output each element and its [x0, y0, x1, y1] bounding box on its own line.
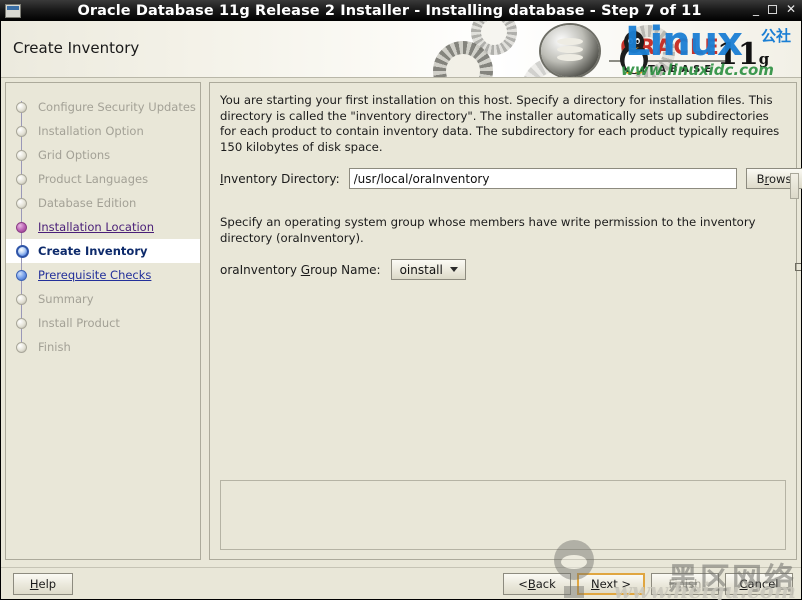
watermark-linux: Linux — [625, 21, 743, 65]
next-button[interactable]: Next > — [577, 573, 645, 595]
sidebar-item-database-edition[interactable]: Database Edition — [6, 191, 200, 215]
sidebar-item-configure-security-updates[interactable]: Configure Security Updates — [6, 95, 200, 119]
sidebar-item-create-inventory[interactable]: Create Inventory — [6, 239, 200, 263]
inventory-label-rest: nventory Directory: — [223, 171, 340, 186]
navigation-buttons: < Back Next > Finish Cancel — [503, 573, 793, 595]
back-pre: < — [518, 577, 528, 591]
sidebar-item-label: Create Inventory — [38, 244, 148, 258]
inventory-directory-row: Inventory Directory: Browse — [220, 168, 802, 189]
watermark-site: www.linuxidc.com — [621, 61, 774, 77]
maximize-icon[interactable] — [767, 4, 777, 14]
step-node-icon — [16, 341, 27, 353]
group-name-label: oraInventory Group Name: — [220, 263, 381, 277]
scrollbar-thumb[interactable] — [790, 173, 799, 199]
window-title: Oracle Database 11g Release 2 Installer … — [77, 2, 702, 19]
inventory-directory-label: Inventory Directory: — [220, 172, 340, 186]
back-mnemonic: B — [527, 577, 536, 591]
cancel-post: ancel — [747, 577, 779, 591]
sidebar-item-summary[interactable]: Summary — [6, 287, 200, 311]
sidebar-item-install-product[interactable]: Install Product — [6, 311, 200, 335]
step-node-icon — [16, 293, 27, 305]
back-post: ack — [535, 577, 556, 591]
sidebar-item-installation-location[interactable]: Installation Location — [6, 215, 200, 239]
page-title: Create Inventory — [13, 39, 140, 57]
sidebar-item-label: Installation Option — [38, 124, 144, 138]
help-post: elp — [38, 577, 57, 591]
window-icon[interactable] — [5, 3, 21, 18]
group-name-select[interactable]: oinstall — [390, 259, 466, 280]
step-node-icon — [16, 317, 27, 329]
group-label-pre: oraInventory — [220, 262, 301, 277]
content-pane: You are starting your first installation… — [209, 82, 802, 560]
browse-pre: B — [756, 171, 765, 186]
group-label-mnemonic: G — [300, 262, 311, 277]
sidebar-item-label: Database Edition — [38, 196, 137, 210]
sidebar-item-label: Summary — [38, 292, 94, 306]
group-label-post: roup Name: — [310, 262, 381, 277]
message-area — [220, 480, 786, 550]
step-node-icon — [16, 269, 27, 281]
next-mnemonic: N — [590, 577, 600, 591]
sidebar-item-label: Configure Security Updates — [38, 100, 196, 114]
close-icon[interactable]: ✕ — [786, 2, 796, 16]
group-name-selected-value: oinstall — [399, 262, 443, 277]
footer-bar: Help < Back Next > Finish Cancel — [1, 567, 801, 599]
step-sidebar: Configure Security Updates Installation … — [5, 82, 201, 560]
main-body: Configure Security Updates Installation … — [1, 77, 802, 567]
window-controls: _ ✕ — [753, 2, 796, 16]
sidebar-item-finish[interactable]: Finish — [6, 335, 200, 359]
database-cylinder-icon — [541, 25, 599, 77]
intro-paragraph: You are starting your first installation… — [220, 93, 780, 154]
step-list: Configure Security Updates Installation … — [6, 83, 200, 359]
step-node-icon — [16, 173, 27, 185]
finish-button: Finish — [651, 573, 719, 595]
sidebar-item-label: Install Product — [38, 316, 120, 330]
minimize-icon[interactable]: _ — [753, 2, 759, 16]
banner: Create Inventory ORACLE DATABASE 11g Lin… — [1, 21, 801, 77]
cancel-mnemonic: C — [739, 577, 748, 591]
title-bar: Oracle Database 11g Release 2 Installer … — [0, 0, 802, 21]
group-name-row: oraInventory Group Name: oinstall — [220, 259, 784, 280]
back-button[interactable]: < Back — [503, 573, 571, 595]
sidebar-item-label: Grid Options — [38, 148, 111, 162]
inventory-directory-input[interactable] — [348, 168, 737, 189]
step-node-icon-current — [16, 244, 29, 258]
installer-window: Oracle Database 11g Release 2 Installer … — [0, 0, 802, 600]
sidebar-item-label: Installation Location — [38, 220, 154, 234]
sidebar-item-installation-option[interactable]: Installation Option — [6, 119, 200, 143]
help-button[interactable]: Help — [13, 573, 73, 595]
watermark-cn: 公社 — [761, 27, 792, 45]
step-node-icon — [16, 149, 27, 161]
step-node-icon — [16, 125, 27, 137]
help-mnemonic: H — [29, 577, 39, 591]
sidebar-item-product-languages[interactable]: Product Languages — [6, 167, 200, 191]
cancel-button[interactable]: Cancel — [725, 573, 793, 595]
step-node-icon — [16, 101, 27, 113]
step-node-icon — [16, 197, 27, 209]
sidebar-item-label: Finish — [38, 340, 71, 354]
scrollbar-marker — [795, 263, 801, 271]
sidebar-item-prerequisite-checks[interactable]: Prerequisite Checks — [6, 263, 200, 287]
group-paragraph: Specify an operating system group whose … — [220, 215, 756, 245]
next-post: ext > — [599, 577, 632, 591]
step-node-icon — [16, 221, 27, 233]
chevron-down-icon — [449, 267, 458, 272]
sidebar-item-label: Prerequisite Checks — [38, 268, 152, 282]
sidebar-item-label: Product Languages — [38, 172, 149, 186]
sidebar-item-grid-options[interactable]: Grid Options — [6, 143, 200, 167]
